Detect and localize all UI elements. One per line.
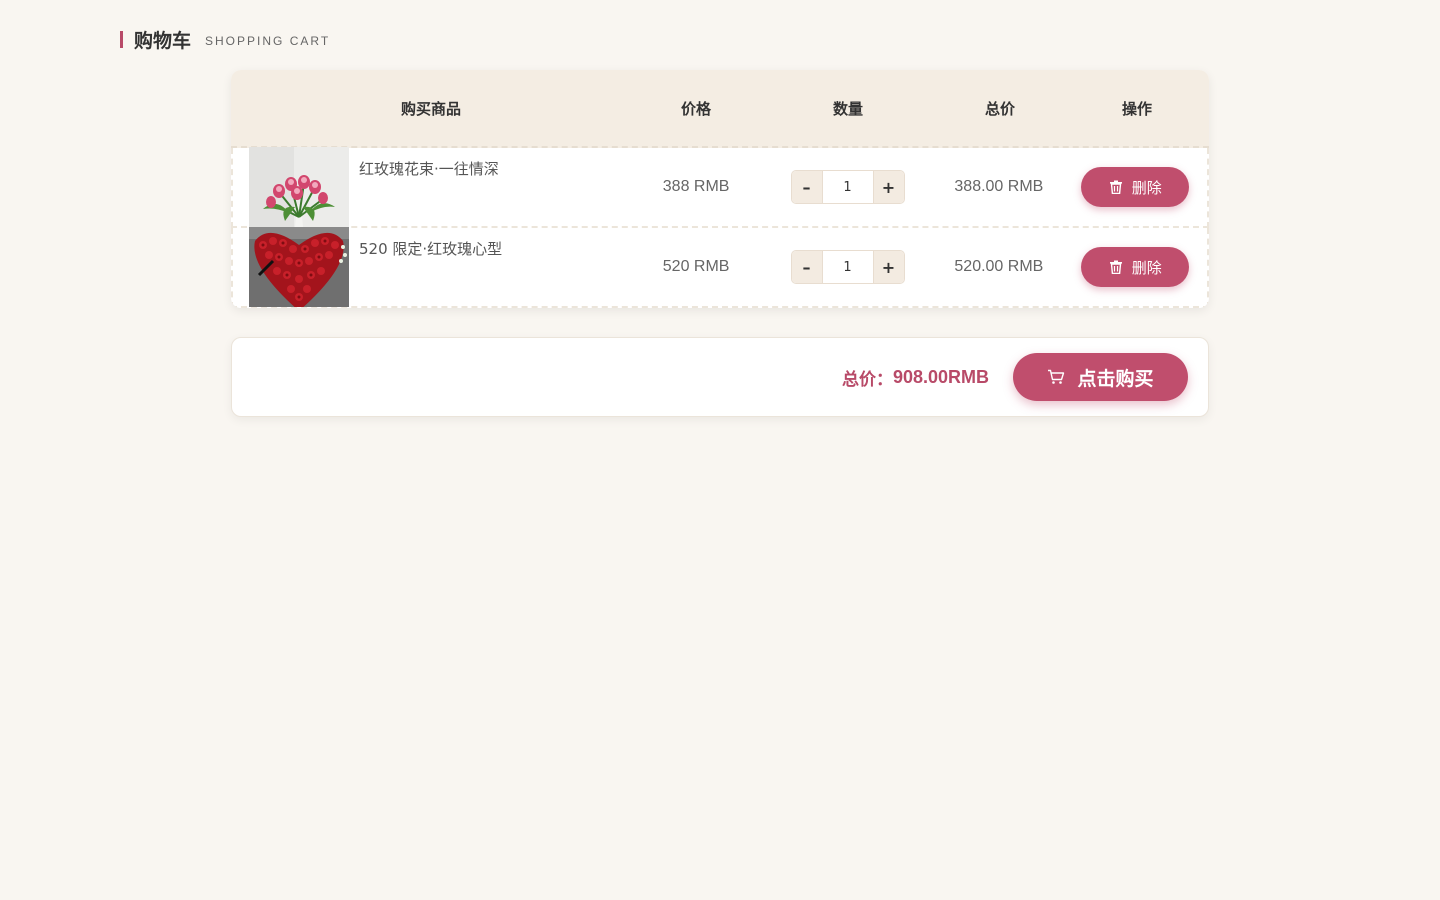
delete-button[interactable]: 删除 xyxy=(1081,247,1190,287)
unit-price: 388 RMB xyxy=(662,178,730,195)
product-cell: 520 限定·红玫瑰心型 xyxy=(233,227,631,307)
product-name[interactable]: 红玫瑰花束·一往情深 xyxy=(359,158,499,179)
trash-icon xyxy=(1109,260,1122,274)
quantity-input[interactable]: 1 xyxy=(821,171,874,203)
title-accent-bar xyxy=(120,31,123,48)
action-cell: 删除 xyxy=(1064,247,1207,287)
product-name[interactable]: 520 限定·红玫瑰心型 xyxy=(359,238,502,259)
table-row: 红玫瑰花束·一往情深 388 RMB – 1 + 388.00 RMB 删除 xyxy=(231,147,1209,228)
quantity-stepper: – 1 + xyxy=(790,250,905,284)
column-header-action: 操作 xyxy=(1121,99,1152,118)
decrease-quantity-button[interactable]: – xyxy=(791,251,822,283)
checkout-label: 点击购买 xyxy=(1077,367,1154,390)
page-header: 购物车 SHOPPING CART xyxy=(120,26,330,53)
cart-table: 购买商品 价格 数量 总价 操作 红玫瑰花束·一往情深 388 RMB – 1 … xyxy=(231,70,1209,308)
decrease-quantity-button[interactable]: – xyxy=(791,171,822,203)
order-summary: 总价： 908.00RMB 点击购买 xyxy=(231,337,1209,417)
quantity-cell: – 1 + xyxy=(761,170,934,204)
quantity-stepper: – 1 + xyxy=(790,170,905,204)
grand-total-label: 总价： xyxy=(841,369,893,390)
page-subtitle: SHOPPING CART xyxy=(205,34,331,48)
action-cell: 删除 xyxy=(1064,167,1207,207)
line-total: 388.00 RMB xyxy=(954,178,1044,195)
increase-quantity-button[interactable]: + xyxy=(873,171,904,203)
quantity-cell: – 1 + xyxy=(761,250,934,284)
column-header-product: 购买商品 xyxy=(400,99,461,118)
cart-icon xyxy=(1048,369,1065,384)
table-row: 520 限定·红玫瑰心型 520 RMB – 1 + 520.00 RMB 删除 xyxy=(231,227,1209,308)
unit-price: 520 RMB xyxy=(662,258,730,275)
delete-label: 删除 xyxy=(1131,178,1162,197)
column-header-quantity: 数量 xyxy=(832,99,863,118)
product-image-tulip-bouquet[interactable] xyxy=(249,147,349,227)
column-header-price: 价格 xyxy=(680,99,711,118)
line-total: 520.00 RMB xyxy=(954,258,1044,275)
product-image-rose-heart[interactable] xyxy=(249,227,349,307)
column-header-total: 总价 xyxy=(984,99,1015,118)
delete-button[interactable]: 删除 xyxy=(1081,167,1190,207)
product-cell: 红玫瑰花束·一往情深 xyxy=(233,147,631,227)
increase-quantity-button[interactable]: + xyxy=(873,251,904,283)
table-header: 购买商品 价格 数量 总价 操作 xyxy=(231,70,1209,148)
delete-label: 删除 xyxy=(1131,258,1162,277)
quantity-input[interactable]: 1 xyxy=(821,251,874,283)
checkout-button[interactable]: 点击购买 xyxy=(1013,353,1188,401)
trash-icon xyxy=(1109,180,1122,194)
page-title: 购物车 xyxy=(134,30,192,52)
grand-total-value: 908.00RMB xyxy=(892,366,989,387)
